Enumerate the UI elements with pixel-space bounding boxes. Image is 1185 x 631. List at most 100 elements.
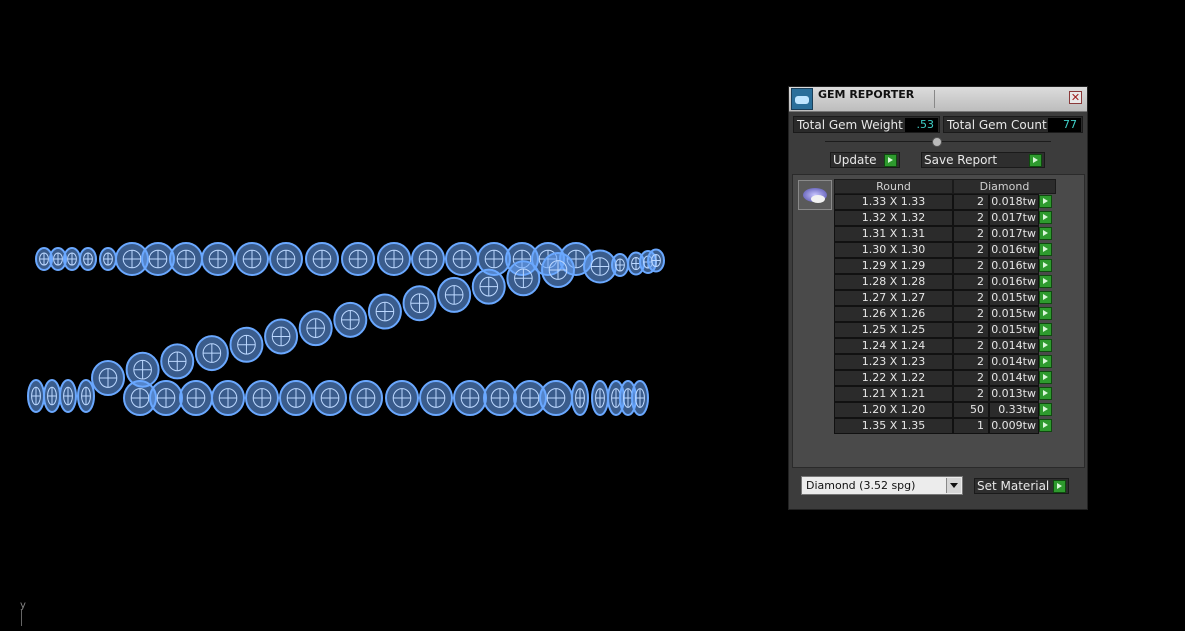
play-arrow-icon[interactable]	[1039, 195, 1052, 208]
gem-wireframe	[149, 380, 183, 416]
row-weight-cell: 0.016tw	[989, 258, 1039, 274]
play-arrow-icon[interactable]	[1039, 403, 1052, 416]
row-weight-cell: 0.016tw	[989, 274, 1039, 290]
dropdown-arrow-icon[interactable]	[946, 478, 961, 493]
splitter-knob[interactable]	[932, 137, 942, 147]
gem-wireframe	[235, 242, 269, 276]
gem-wireframe	[631, 380, 649, 416]
table-row[interactable]: 1.28 X 1.28 2 0.016tw	[834, 274, 1056, 290]
table-row[interactable]: 1.35 X 1.35 1 0.009tw	[834, 418, 1056, 434]
table-row[interactable]: 1.21 X 1.21 2 0.013tw	[834, 386, 1056, 402]
play-arrow-icon[interactable]	[1039, 227, 1052, 240]
play-arrow-icon[interactable]	[1039, 339, 1052, 352]
material-dropdown-value: Diamond (3.52 spg)	[806, 479, 916, 492]
gem-wireframe	[298, 310, 333, 347]
gem-wireframe	[201, 242, 235, 276]
row-weight-cell: 0.014tw	[989, 338, 1039, 354]
row-size-cell: 1.33 X 1.33	[834, 194, 953, 210]
gem-wireframe	[367, 293, 402, 330]
play-arrow-icon[interactable]	[1039, 259, 1052, 272]
row-weight-cell: 0.014tw	[989, 370, 1039, 386]
row-count-cell: 1	[953, 418, 989, 434]
gem-wireframe	[305, 242, 339, 276]
gem-wireframe	[647, 248, 665, 273]
total-gem-count-value: 77	[1048, 118, 1081, 132]
gem-wireframe	[571, 380, 589, 416]
play-arrow-icon[interactable]	[1039, 211, 1052, 224]
row-count-cell: 2	[953, 226, 989, 242]
column-header-material: Diamond	[953, 179, 1056, 194]
axis-indicator: y	[20, 600, 26, 626]
total-gem-weight-value: .53	[905, 118, 938, 132]
play-arrow-icon[interactable]	[1039, 275, 1052, 288]
titlebar-divider	[934, 90, 935, 108]
play-arrow-icon[interactable]	[1039, 307, 1052, 320]
row-size-cell: 1.24 X 1.24	[834, 338, 953, 354]
gem-wireframe	[611, 253, 629, 277]
table-row[interactable]: 1.23 X 1.23 2 0.014tw	[834, 354, 1056, 370]
play-arrow-icon[interactable]	[1029, 154, 1042, 167]
play-arrow-icon[interactable]	[1039, 355, 1052, 368]
table-row[interactable]: 1.29 X 1.29 2 0.016tw	[834, 258, 1056, 274]
table-row[interactable]: 1.24 X 1.24 2 0.014tw	[834, 338, 1056, 354]
total-gem-weight-field: Total Gem Weight .53	[793, 116, 940, 133]
row-size-cell: 1.25 X 1.25	[834, 322, 953, 338]
play-arrow-icon[interactable]	[1039, 371, 1052, 384]
table-row[interactable]: 1.22 X 1.22 2 0.014tw	[834, 370, 1056, 386]
play-arrow-icon[interactable]	[1039, 419, 1052, 432]
play-arrow-icon[interactable]	[1039, 387, 1052, 400]
save-report-button[interactable]: Save Report	[921, 152, 1045, 168]
gem-wireframe	[194, 335, 229, 372]
total-gem-weight-label: Total Gem Weight	[797, 118, 903, 132]
table-row[interactable]: 1.20 X 1.20 50 0.33tw	[834, 402, 1056, 418]
row-count-cell: 2	[953, 354, 989, 370]
row-count-cell: 2	[953, 274, 989, 290]
set-material-button[interactable]: Set Material	[974, 478, 1069, 494]
gem-wireframe	[419, 380, 453, 416]
row-weight-cell: 0.33tw	[989, 402, 1039, 418]
close-icon[interactable]: ✕	[1069, 91, 1082, 104]
gem-wireframe	[269, 242, 303, 276]
gem-wireframe	[245, 380, 279, 416]
gem-wireframe	[471, 268, 506, 305]
gem-wireframe	[229, 326, 264, 363]
gem-wireframe	[169, 242, 203, 276]
row-size-cell: 1.21 X 1.21	[834, 386, 953, 402]
table-row[interactable]: 1.33 X 1.33 2 0.018tw	[834, 194, 1056, 210]
row-count-cell: 2	[953, 194, 989, 210]
material-dropdown[interactable]: Diamond (3.52 spg)	[801, 476, 963, 495]
row-weight-cell: 0.015tw	[989, 322, 1039, 338]
row-size-cell: 1.27 X 1.27	[834, 290, 953, 306]
panel-titlebar[interactable]: GEM REPORTER ✕	[789, 87, 1087, 112]
gem-wireframe	[79, 247, 97, 271]
gem-wireframe	[99, 247, 117, 271]
row-weight-cell: 0.015tw	[989, 290, 1039, 306]
3d-viewport[interactable]	[0, 0, 780, 627]
play-arrow-icon[interactable]	[1039, 243, 1052, 256]
axis-stem	[21, 610, 22, 626]
table-row[interactable]: 1.30 X 1.30 2 0.016tw	[834, 242, 1056, 258]
play-arrow-icon[interactable]	[1053, 480, 1066, 493]
row-size-cell: 1.31 X 1.31	[834, 226, 953, 242]
gem-wireframe	[591, 380, 609, 416]
gem-reporter-panel: GEM REPORTER ✕ Total Gem Weight .53 Tota…	[788, 86, 1088, 510]
table-row[interactable]: 1.32 X 1.32 2 0.017tw	[834, 210, 1056, 226]
table-row[interactable]: 1.27 X 1.27 2 0.015tw	[834, 290, 1056, 306]
row-size-cell: 1.28 X 1.28	[834, 274, 953, 290]
row-size-cell: 1.26 X 1.26	[834, 306, 953, 322]
gem-wireframe	[541, 252, 575, 288]
update-button[interactable]: Update	[830, 152, 900, 168]
gem-thumbnail-icon[interactable]	[798, 180, 832, 210]
gem-wireframe	[506, 260, 541, 297]
gem-wireframe-canvas[interactable]	[0, 0, 780, 627]
set-material-button-label: Set Material	[977, 479, 1050, 493]
play-arrow-icon[interactable]	[1039, 323, 1052, 336]
play-arrow-icon[interactable]	[1039, 291, 1052, 304]
row-weight-cell: 0.016tw	[989, 242, 1039, 258]
table-row[interactable]: 1.31 X 1.31 2 0.017tw	[834, 226, 1056, 242]
play-arrow-icon[interactable]	[884, 154, 897, 167]
table-row[interactable]: 1.25 X 1.25 2 0.015tw	[834, 322, 1056, 338]
total-gem-count-label: Total Gem Count	[947, 118, 1047, 132]
table-row[interactable]: 1.26 X 1.26 2 0.015tw	[834, 306, 1056, 322]
gem-wireframe	[63, 247, 81, 271]
